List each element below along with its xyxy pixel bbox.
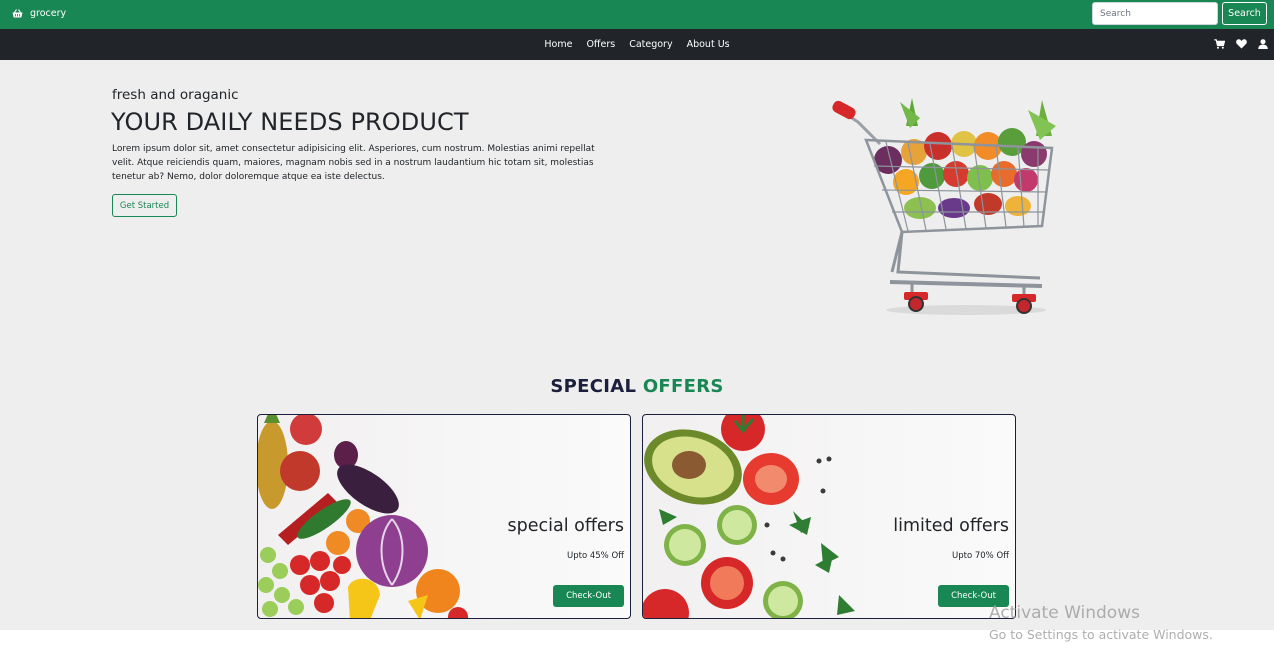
search-input[interactable] <box>1092 2 1218 25</box>
offer-discount: Upto 70% Off <box>952 551 1009 561</box>
search-button[interactable]: Search <box>1222 2 1267 25</box>
nav-bar: Home Offers Category About Us <box>0 29 1274 60</box>
nav-icons <box>1214 39 1268 49</box>
user-icon[interactable] <box>1258 39 1268 49</box>
get-started-button[interactable]: Get Started <box>112 194 177 217</box>
top-bar: grocery Search <box>0 0 1274 29</box>
avocado-tomato-image <box>643 415 855 618</box>
vegetables-image <box>258 415 468 618</box>
checkout-button[interactable]: Check-Out <box>938 585 1009 607</box>
nav-home-link[interactable]: Home <box>544 37 572 52</box>
offer-card-limited: limited offers Upto 70% Off Check-Out <box>642 414 1016 619</box>
offer-card-special: special offers Upto 45% Off Check-Out <box>257 414 631 619</box>
offer-title: limited offers <box>893 516 1009 536</box>
nav-links: Home Offers Category About Us <box>0 29 1274 60</box>
brand-name: grocery <box>30 8 67 19</box>
nav-about-link[interactable]: About Us <box>687 37 730 52</box>
special-offers-heading: SPECIAL OFFERS <box>0 376 1274 397</box>
basket-icon <box>12 9 23 18</box>
cart-icon[interactable] <box>1214 39 1225 49</box>
nav-category-link[interactable]: Category <box>629 37 672 52</box>
hero-subtitle: fresh and oraganic <box>112 87 239 103</box>
heading-word-offers: OFFERS <box>642 376 724 397</box>
nav-offers-link[interactable]: Offers <box>586 37 615 52</box>
heart-icon[interactable] <box>1236 39 1247 49</box>
offer-discount: Upto 45% Off <box>567 551 624 561</box>
hero-title: YOUR DAILY NEEDS PRODUCT <box>111 108 469 136</box>
grocery-cart-image <box>832 98 1056 315</box>
checkout-button[interactable]: Check-Out <box>553 585 624 607</box>
heading-word-special: SPECIAL <box>550 376 637 397</box>
hero-section: fresh and oraganic YOUR DAILY NEEDS PROD… <box>0 60 1274 630</box>
brand-link[interactable]: grocery <box>12 8 66 19</box>
hero-description: Lorem ipsum dolor sit, amet consectetur … <box>112 144 595 182</box>
offer-title: special offers <box>507 516 624 536</box>
